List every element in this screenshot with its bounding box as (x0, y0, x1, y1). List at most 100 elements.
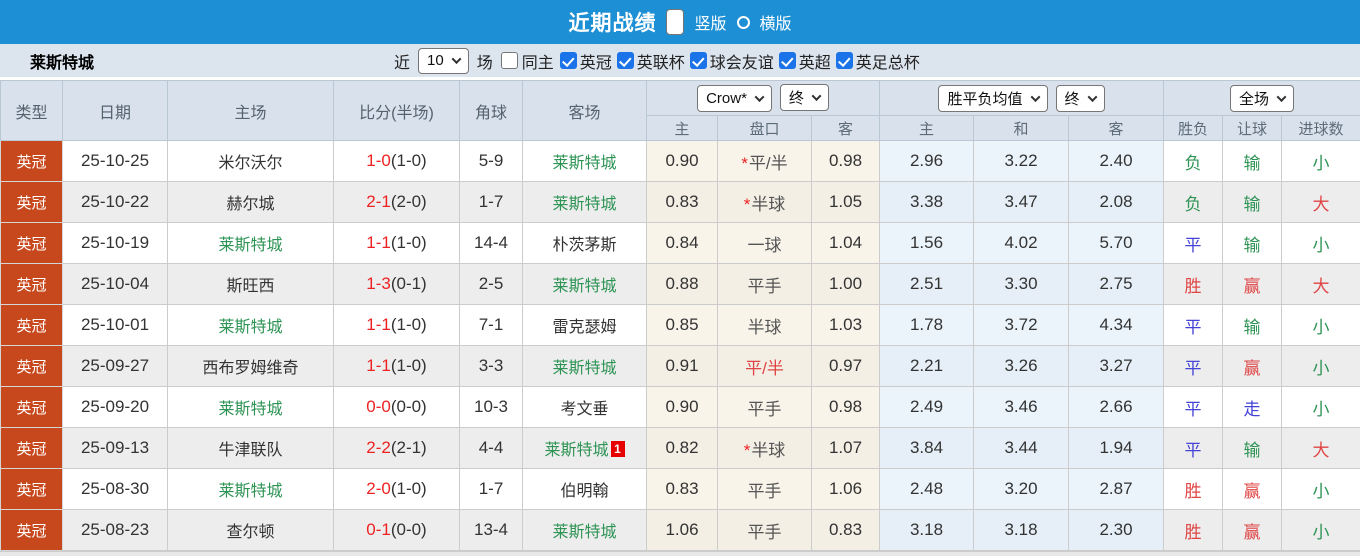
avg-win-cell: 3.38 (880, 182, 974, 223)
score-cell: 1-0(1-0) (334, 141, 460, 182)
result-goals-cell: 大 (1282, 182, 1360, 223)
result-wdl-cell: 负 (1164, 141, 1223, 182)
away-odds-cell: 1.04 (812, 223, 880, 264)
league-filter-checkbox[interactable] (560, 52, 577, 69)
score-cell: 0-1(0-0) (334, 510, 460, 551)
chevron-down-icon (1277, 92, 1287, 102)
col-header-avg-draw: 和 (974, 116, 1069, 141)
scope-select[interactable]: 全场 (1230, 85, 1294, 112)
home-team-cell: 牛津联队 (168, 428, 334, 469)
corners-cell: 5-9 (460, 141, 523, 182)
horizontal-layout-label[interactable]: 横版 (760, 10, 792, 34)
league-filter-checkbox[interactable] (779, 52, 796, 69)
result-handicap-cell: 赢 (1223, 469, 1282, 510)
away-team-cell: 雷克瑟姆 (523, 305, 647, 346)
date-cell: 25-09-27 (63, 346, 168, 387)
date-cell: 25-08-23 (63, 510, 168, 551)
avg-draw-cell: 3.30 (974, 264, 1069, 305)
avg-draw-cell: 4.02 (974, 223, 1069, 264)
handicap-cell: 一球 (718, 223, 812, 264)
corners-cell: 13-4 (460, 510, 523, 551)
corners-cell: 1-7 (460, 469, 523, 510)
odds-selects-cell: Crow* 终 (647, 81, 880, 116)
avg-draw-cell: 3.72 (974, 305, 1069, 346)
handicap-cell: 平手 (718, 264, 812, 305)
away-odds-cell: 0.98 (812, 141, 880, 182)
result-wdl-cell: 平 (1164, 346, 1223, 387)
vertical-layout-radio[interactable] (666, 9, 684, 35)
result-goals-cell: 小 (1282, 510, 1360, 551)
result-goals-cell: 大 (1282, 264, 1360, 305)
handicap-cell: 平/半 (718, 346, 812, 387)
chevron-down-icon (1087, 92, 1097, 102)
corners-cell: 1-7 (460, 182, 523, 223)
league-filter-group: 英冠英联杯球会友谊英超英足总杯 (560, 49, 922, 73)
corners-cell: 7-1 (460, 305, 523, 346)
odds-company-select[interactable]: Crow* (697, 85, 772, 112)
home-team-cell: 查尔顿 (168, 510, 334, 551)
date-cell: 25-09-13 (63, 428, 168, 469)
result-wdl-cell: 平 (1164, 223, 1223, 264)
col-header-type: 类型 (1, 81, 63, 141)
same-venue-checkbox[interactable] (501, 52, 518, 69)
avg-draw-cell: 3.18 (974, 510, 1069, 551)
horizontal-layout-radio[interactable] (737, 16, 750, 29)
handicap-cell: 半球 (718, 305, 812, 346)
home-team-cell: 赫尔城 (168, 182, 334, 223)
result-goals-cell: 小 (1282, 387, 1360, 428)
matches-label: 场 (477, 49, 493, 73)
league-filter-checkbox[interactable] (836, 52, 853, 69)
league-filter-checkbox[interactable] (690, 52, 707, 69)
avg-draw-cell: 3.44 (974, 428, 1069, 469)
league-type-cell: 英冠 (1, 305, 63, 346)
result-handicap-cell: 输 (1223, 141, 1282, 182)
avg-time-select[interactable]: 终 (1056, 85, 1105, 112)
avg-win-cell: 2.96 (880, 141, 974, 182)
handicap-cell: 平手 (718, 387, 812, 428)
date-cell: 25-09-20 (63, 387, 168, 428)
odds-time-select[interactable]: 终 (780, 84, 829, 111)
league-filter-checkbox[interactable] (617, 52, 634, 69)
score-cell: 0-0(0-0) (334, 387, 460, 428)
match-row: 英冠25-09-13牛津联队2-2(2-1)4-4莱斯特城10.82*半球1.0… (1, 428, 1360, 469)
col-header-date: 日期 (63, 81, 168, 141)
col-header-result-goals: 进球数 (1282, 116, 1360, 141)
recent-count-select[interactable]: 10 (418, 48, 469, 74)
away-odds-cell: 0.83 (812, 510, 880, 551)
league-type-cell: 英冠 (1, 428, 63, 469)
col-header-home: 主场 (168, 81, 334, 141)
date-cell: 25-10-19 (63, 223, 168, 264)
home-odds-cell: 1.06 (647, 510, 718, 551)
col-header-odds-home: 主 (647, 116, 718, 141)
match-row: 英冠25-08-23查尔顿0-1(0-0)13-4莱斯特城1.06平手0.833… (1, 510, 1360, 551)
result-handicap-cell: 赢 (1223, 264, 1282, 305)
score-cell: 1-3(0-1) (334, 264, 460, 305)
league-filter-label: 英冠 (580, 49, 612, 73)
handicap-cell: *半球 (718, 428, 812, 469)
match-row: 英冠25-10-19莱斯特城1-1(1-0)14-4朴茨茅斯0.84一球1.04… (1, 223, 1360, 264)
col-header-avg-away: 客 (1069, 116, 1164, 141)
avg-win-cell: 2.48 (880, 469, 974, 510)
red-card-badge: 1 (611, 441, 625, 457)
avg-lose-cell: 2.30 (1069, 510, 1164, 551)
home-odds-cell: 0.88 (647, 264, 718, 305)
avg-win-cell: 2.21 (880, 346, 974, 387)
league-type-cell: 英冠 (1, 387, 63, 428)
home-odds-cell: 0.84 (647, 223, 718, 264)
page-title: 近期战绩 (568, 7, 656, 37)
home-odds-cell: 0.83 (647, 469, 718, 510)
league-filter-label: 球会友谊 (710, 49, 774, 73)
result-handicap-cell: 输 (1223, 223, 1282, 264)
avg-lose-cell: 1.94 (1069, 428, 1164, 469)
result-wdl-cell: 负 (1164, 182, 1223, 223)
league-type-cell: 英冠 (1, 346, 63, 387)
avg-draw-cell: 3.26 (974, 346, 1069, 387)
handicap-star: * (741, 154, 748, 173)
col-header-avg-home: 主 (880, 116, 974, 141)
away-team-cell: 莱斯特城 (523, 510, 647, 551)
vertical-layout-label[interactable]: 竖版 (694, 10, 726, 34)
avg-lose-cell: 2.40 (1069, 141, 1164, 182)
home-odds-cell: 0.90 (647, 141, 718, 182)
away-team-cell: 莱斯特城 (523, 264, 647, 305)
avg-type-select[interactable]: 胜平负均值 (938, 85, 1047, 112)
